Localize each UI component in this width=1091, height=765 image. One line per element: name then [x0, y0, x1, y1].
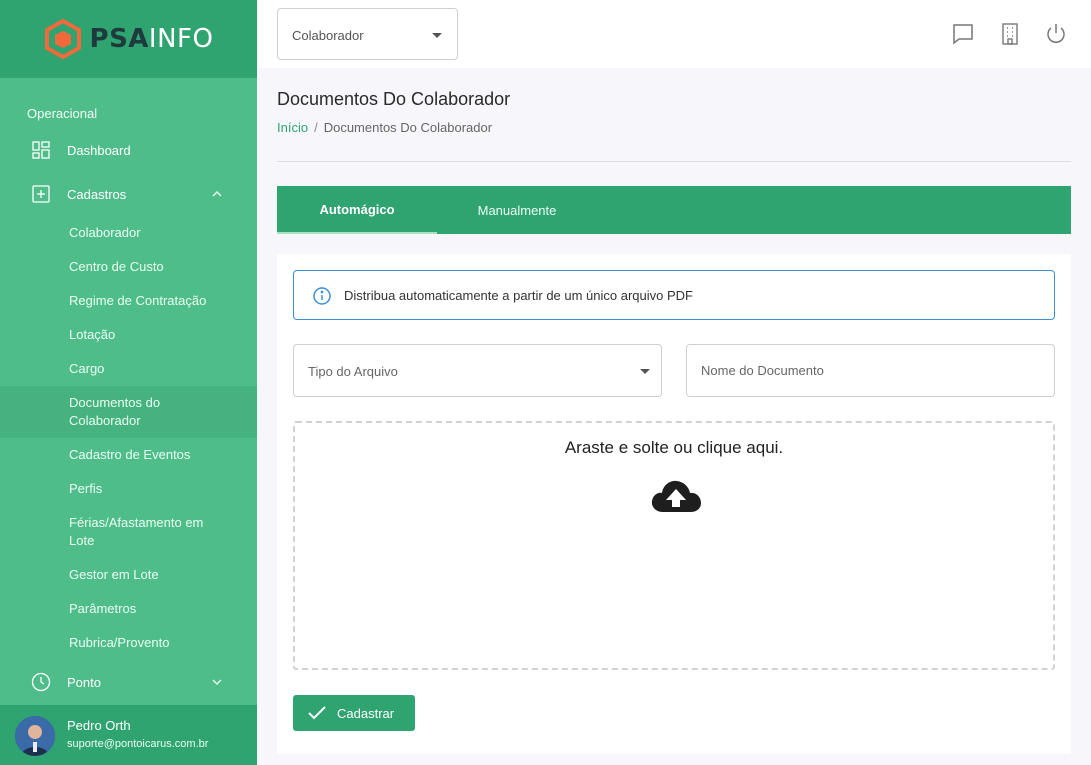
chat-icon[interactable]	[951, 22, 975, 46]
sidebar-item-label: Dashboard	[67, 142, 131, 158]
dashboard-icon	[32, 141, 50, 159]
file-dropzone[interactable]: Araste e solte ou clique aqui.	[293, 421, 1055, 670]
plus-square-icon	[32, 185, 50, 203]
caret-down-icon	[432, 33, 442, 38]
sidebar-subitem[interactable]: Rubrica/Provento	[69, 634, 169, 652]
submit-button-label: Cadastrar	[337, 706, 395, 721]
sidebar-item-label: Cadastros	[67, 186, 127, 202]
user-email: suporte@pontoicarus.com.br	[67, 738, 209, 750]
check-icon	[308, 706, 326, 720]
clock-icon	[31, 672, 51, 692]
info-alert-text: Distribua automaticamente a partir de um…	[344, 288, 693, 303]
logo-bar: PSAINFO	[0, 0, 257, 78]
avatar[interactable]	[15, 716, 55, 756]
tab-automagico[interactable]: Automágico	[277, 186, 437, 234]
context-select[interactable]: Colaborador	[277, 8, 458, 60]
sidebar-subitem[interactable]: Cadastro de Eventos	[69, 446, 190, 464]
sidebar-item-cadastros[interactable]: Cadastros	[0, 184, 257, 204]
sidebar-section-label: Operacional	[27, 106, 98, 121]
document-name-input[interactable]	[687, 345, 1054, 396]
sidebar-subitem[interactable]: Lotação	[69, 326, 115, 344]
breadcrumb-current: Documentos Do Colaborador	[323, 120, 493, 135]
building-icon[interactable]	[998, 22, 1022, 46]
page-title: Documentos Do Colaborador	[277, 89, 511, 109]
tab-manualmente[interactable]: Manualmente	[437, 186, 597, 234]
breadcrumb-separator: /	[314, 120, 318, 135]
sidebar-subitem[interactable]: Cargo	[69, 360, 104, 378]
sidebar-subitem-active[interactable]: Documentos do Colaborador	[69, 394, 209, 430]
breadcrumb-home-link[interactable]: Início	[277, 120, 308, 135]
chevron-down-icon[interactable]	[210, 675, 224, 689]
sidebar-item-dashboard[interactable]: Dashboard	[0, 140, 257, 160]
power-icon[interactable]	[1044, 22, 1068, 46]
submit-button[interactable]: Cadastrar	[293, 695, 415, 731]
divider	[277, 161, 1071, 162]
chevron-up-icon[interactable]	[210, 187, 224, 201]
user-name: Pedro Orth	[67, 718, 131, 733]
file-type-select[interactable]: Tipo do Arquivo	[293, 344, 662, 397]
breadcrumb: Início / Documentos Do Colaborador	[277, 120, 492, 135]
sidebar-subitem[interactable]: Centro de Custo	[69, 258, 164, 276]
tab-bar: Automágico Manualmente	[277, 186, 1071, 234]
sidebar-subitem[interactable]: Férias/Afastamento em Lote	[69, 514, 229, 550]
sidebar-subitem[interactable]: Perfis	[69, 480, 102, 498]
sidebar-subitem[interactable]: Parâmetros	[69, 600, 136, 618]
info-alert: Distribua automaticamente a partir de um…	[293, 270, 1055, 320]
sidebar-subitem[interactable]: Regime de Contratação	[69, 292, 206, 310]
psainfo-logo-icon	[44, 19, 81, 59]
caret-down-icon	[640, 369, 650, 374]
file-type-placeholder: Tipo do Arquivo	[308, 364, 398, 379]
context-select-value: Colaborador	[292, 28, 364, 43]
brand-logo: PSAINFO	[89, 24, 214, 54]
sidebar-item-label: Ponto	[67, 674, 101, 690]
sidebar-subitem[interactable]: Gestor em Lote	[69, 566, 159, 584]
sidebar-item-ponto[interactable]: Ponto	[0, 672, 257, 692]
sidebar-subitem[interactable]: Colaborador	[69, 224, 141, 242]
avatar-image	[15, 716, 55, 756]
sidebar: PSAINFO Operacional Dashboard Cadastros …	[0, 0, 257, 765]
info-icon	[313, 287, 331, 305]
document-name-field[interactable]	[686, 344, 1055, 397]
dropzone-text: Araste e solte ou clique aqui.	[564, 438, 784, 457]
cloud-upload-icon	[651, 480, 701, 512]
